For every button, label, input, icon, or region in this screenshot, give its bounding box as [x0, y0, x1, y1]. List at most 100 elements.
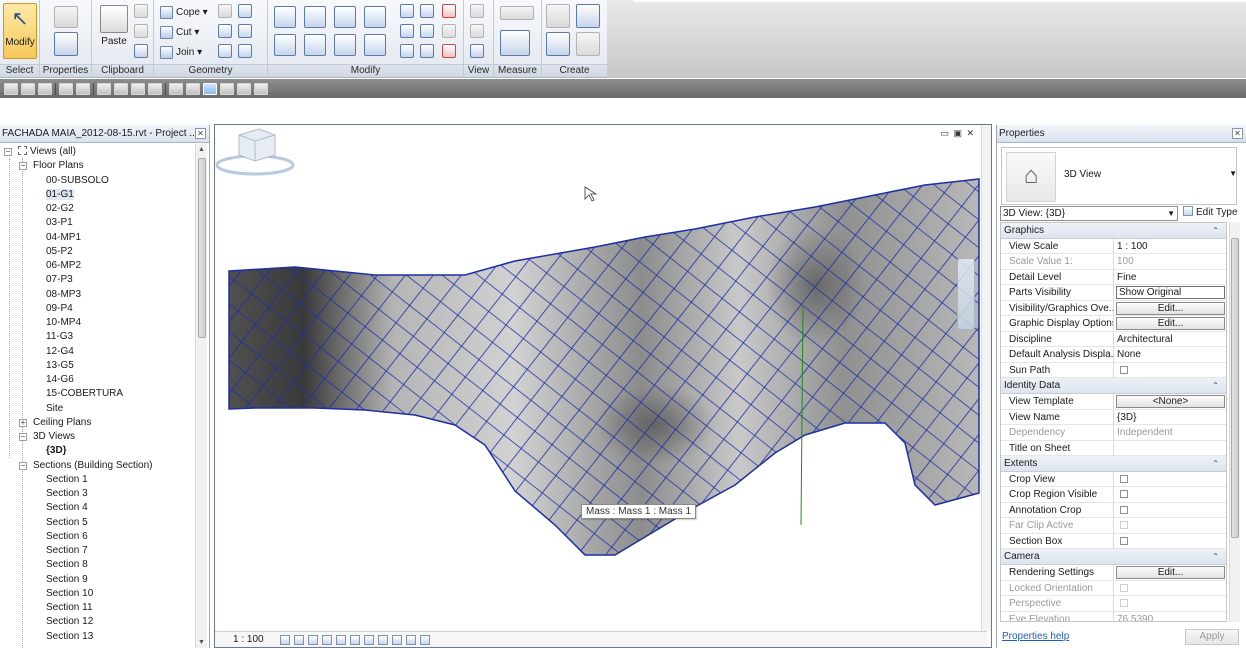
property-value[interactable]: 76.5390 — [1115, 612, 1226, 621]
property-checkbox[interactable] — [1115, 503, 1226, 518]
crop-view-icon[interactable] — [349, 634, 360, 645]
tree-leaf[interactable]: 03-P1 — [46, 216, 73, 230]
property-edit-button[interactable]: <None> — [1116, 395, 1225, 409]
checkbox-icon[interactable] — [1120, 474, 1128, 483]
temporary-hide-icon[interactable] — [391, 634, 402, 645]
tree-leaf[interactable]: Section 5 — [46, 516, 88, 530]
copy-element-icon[interactable] — [304, 34, 326, 56]
visual-style-icon[interactable] — [293, 634, 304, 645]
property-button[interactable]: Edit... — [1115, 301, 1226, 316]
modify-button[interactable]: ↖ Modify — [3, 3, 37, 59]
tree-leaf[interactable]: 00-SUBSOLO — [46, 174, 109, 188]
expand-icon[interactable]: + — [19, 418, 27, 427]
browser-scrollbar[interactable]: ▲ ▼ — [195, 144, 207, 648]
property-button[interactable]: Edit... — [1115, 565, 1226, 580]
lock-3d-view-icon[interactable] — [377, 634, 388, 645]
tree-node[interactable]: −3D Views — [19, 430, 75, 444]
measure-icon[interactable] — [114, 82, 128, 95]
mirror-draw-icon[interactable] — [364, 6, 386, 28]
checkbox-icon[interactable] — [1120, 521, 1128, 530]
save-icon[interactable] — [21, 82, 35, 95]
wall-joins-icon[interactable] — [218, 4, 232, 18]
measure-between-icon[interactable] — [500, 6, 534, 20]
tree-leaf[interactable]: Section 11 — [46, 601, 93, 615]
align-icon[interactable] — [274, 6, 296, 28]
tree-leaf[interactable]: 15-COBERTURA — [46, 387, 123, 401]
create-group-icon[interactable] — [546, 32, 570, 56]
redo-icon[interactable] — [76, 82, 90, 95]
tree-leaf[interactable]: 10-MP4 — [46, 316, 81, 330]
checkbox-icon[interactable] — [1120, 583, 1128, 592]
undo-icon[interactable] — [59, 82, 73, 95]
checkbox-icon[interactable] — [1120, 490, 1128, 499]
sun-path-icon[interactable] — [307, 634, 318, 645]
properties-scrollbar[interactable] — [1229, 222, 1240, 622]
tree-node[interactable]: + Ceiling Plans — [19, 416, 91, 430]
tree-leaf[interactable]: Section 12 — [46, 615, 93, 629]
crop-region-icon[interactable] — [363, 634, 374, 645]
hammer-icon[interactable] — [238, 44, 252, 58]
cut-clip-icon[interactable] — [134, 4, 148, 18]
aligned-dimension-icon[interactable] — [500, 30, 530, 56]
trim-extend-multiple-icon[interactable] — [420, 44, 434, 58]
array-icon[interactable] — [400, 24, 414, 38]
property-edit-button[interactable]: Edit... — [1116, 301, 1225, 315]
checkbox-icon[interactable] — [1120, 365, 1128, 374]
type-selector[interactable]: ⌂ 3D View ▼ — [1001, 147, 1237, 205]
default-3d-view-icon[interactable] — [169, 82, 183, 95]
property-checkbox[interactable] — [1115, 518, 1226, 533]
edit-type-button[interactable]: Edit Type — [1183, 206, 1238, 219]
3d-view-canvas[interactable]: ▭ ▣ ✕ Mass : Mass 1 : Mass 1 1 : 100 — [214, 124, 992, 648]
tree-node[interactable]: − Views (all) — [4, 145, 76, 159]
property-value[interactable]: Architectural — [1115, 332, 1226, 347]
property-button[interactable]: Edit... — [1115, 316, 1226, 331]
collapse-icon[interactable]: ⌃ — [1212, 378, 1219, 393]
tree-leaf[interactable]: 06-MP2 — [46, 259, 81, 273]
tree-leaf[interactable]: Section 1 — [46, 473, 88, 487]
property-group[interactable]: Extents ⌃ — [1001, 456, 1226, 472]
tree-leaf[interactable]: Section 6 — [46, 530, 88, 544]
property-dropdown[interactable]: Show Original — [1115, 285, 1226, 300]
tree-leaf[interactable]: Section 7 — [46, 544, 88, 558]
collapse-icon[interactable]: − — [4, 148, 12, 156]
checkbox-icon[interactable] — [1120, 599, 1128, 608]
text-icon[interactable] — [148, 82, 162, 95]
paint-icon[interactable] — [218, 24, 232, 38]
viewcube-icon[interactable] — [215, 125, 295, 177]
property-value[interactable] — [1115, 441, 1226, 456]
switch-windows-icon[interactable] — [237, 82, 251, 95]
tree-leaf[interactable]: Section 8 — [46, 558, 88, 572]
properties-help-link[interactable]: Properties help — [1002, 631, 1069, 642]
thin-lines-icon[interactable] — [203, 82, 217, 95]
collapse-icon[interactable]: ⌃ — [1212, 549, 1219, 564]
pin-icon[interactable] — [442, 24, 456, 38]
paste-button[interactable]: Paste — [96, 3, 132, 59]
type-properties-icon[interactable] — [54, 6, 78, 28]
scroll-thumb[interactable] — [1231, 238, 1239, 538]
linework-icon[interactable] — [470, 44, 484, 58]
tree-leaf[interactable]: 12-G4 — [46, 345, 74, 359]
tree-leaf[interactable]: 08-MP3 — [46, 288, 81, 302]
property-dropdown-value[interactable]: Show Original — [1116, 286, 1225, 300]
tree-leaf[interactable]: 11-G3 — [46, 330, 73, 344]
hide-in-view-icon[interactable] — [470, 24, 484, 38]
detail-level-icon[interactable] — [279, 634, 290, 645]
property-checkbox[interactable] — [1115, 534, 1226, 549]
tree-leaf[interactable]: 09-P4 — [46, 302, 73, 316]
property-button[interactable]: <None> — [1115, 394, 1226, 409]
move-icon[interactable] — [274, 34, 296, 56]
view-window-controls[interactable]: ▭ ▣ ✕ — [940, 128, 975, 139]
scroll-up-icon[interactable]: ▲ — [198, 146, 205, 153]
property-value[interactable]: 100 — [1115, 254, 1226, 269]
section-icon[interactable] — [186, 82, 200, 95]
chevron-down-icon[interactable]: ▼ — [1229, 169, 1237, 178]
reveal-hidden-icon[interactable] — [405, 634, 416, 645]
shadows-icon[interactable] — [321, 634, 332, 645]
property-checkbox[interactable] — [1115, 472, 1226, 487]
analysis-icon[interactable] — [419, 634, 430, 645]
sync-icon[interactable] — [38, 82, 52, 95]
join-roof-icon[interactable] — [218, 44, 232, 58]
match-properties-icon[interactable] — [134, 44, 148, 58]
tree-node[interactable]: − Sections (Building Section) — [19, 459, 153, 473]
property-value[interactable]: 1 : 100 — [1115, 239, 1226, 254]
